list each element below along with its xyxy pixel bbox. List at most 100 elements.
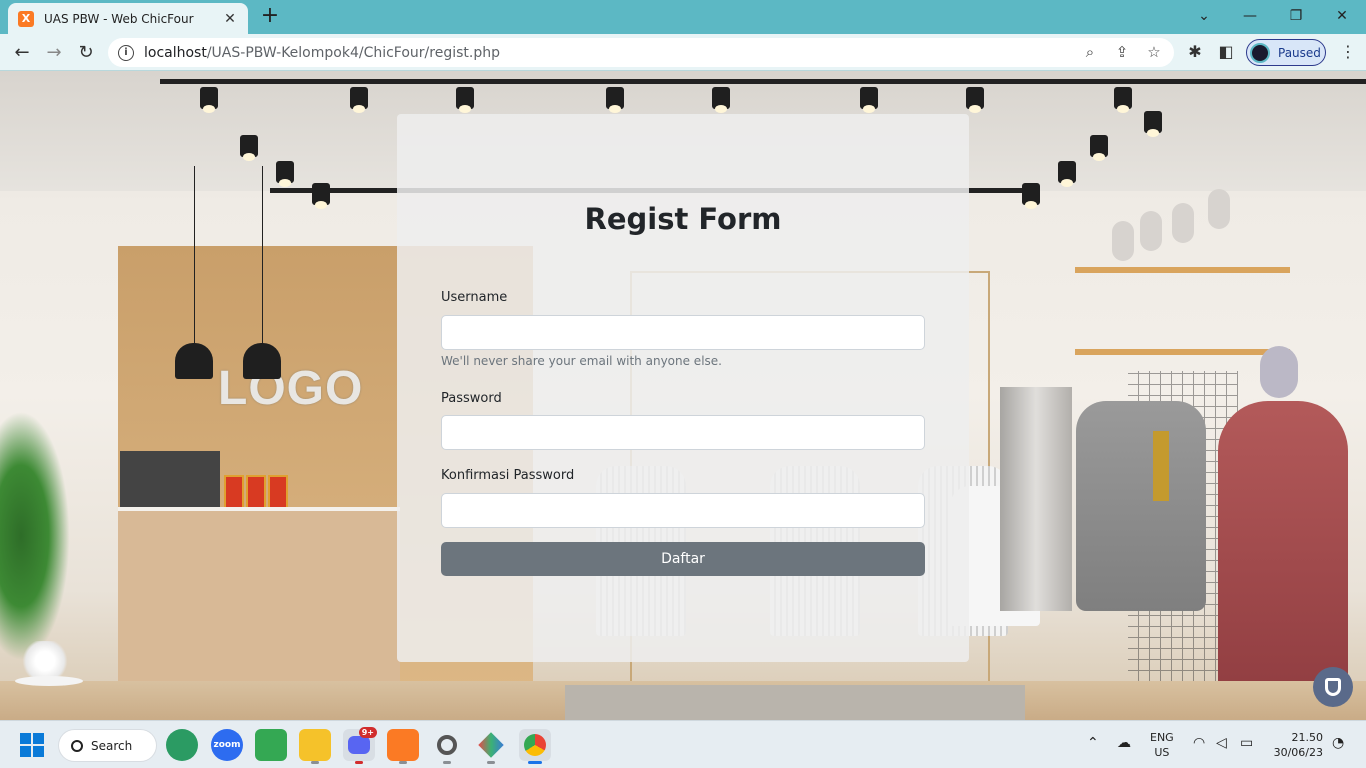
background-plant: [0, 411, 70, 661]
xampp-app-icon[interactable]: [387, 729, 419, 764]
discord-app-icon[interactable]: 9+: [343, 727, 377, 764]
file-explorer-icon[interactable]: [299, 729, 331, 764]
xampp-favicon-icon: X: [18, 10, 34, 27]
background-dress-mannequin-head: [1260, 346, 1298, 398]
tab-title: UAS PBW - Web ChicFour: [44, 11, 194, 26]
taskbar-search-label: Search: [91, 738, 133, 753]
background-mannequin-head: [1112, 221, 1134, 261]
forward-button[interactable]: →: [41, 40, 67, 66]
address-bar[interactable]: i localhost/UAS-PBW-Kelompok4/ChicFour/r…: [108, 38, 1174, 67]
username-input[interactable]: [441, 315, 925, 350]
pendant-wire: [262, 166, 263, 346]
notifications-bell-icon[interactable]: ◔: [1332, 735, 1344, 751]
zoom-icon[interactable]: ⌕: [1080, 43, 1100, 61]
shield-extension-icon[interactable]: [1313, 667, 1353, 707]
git-app-icon[interactable]: [475, 729, 507, 764]
browser-tab[interactable]: X UAS PBW - Web ChicFour ✕: [8, 3, 248, 34]
profile-status-label: Paused: [1278, 45, 1321, 60]
confirm-password-label: Konfirmasi Password: [441, 468, 575, 483]
password-label: Password: [441, 391, 502, 406]
background-product-box: [246, 475, 266, 509]
spotlight: [350, 87, 368, 113]
background-suit-mannequin: [1076, 401, 1206, 611]
spotlight: [860, 87, 878, 113]
new-tab-button[interactable]: +: [258, 5, 282, 29]
spotlight: [240, 135, 258, 161]
password-input[interactable]: [441, 415, 925, 450]
background-logo-text: LOGO: [218, 362, 364, 415]
url-path: /UAS-PBW-Kelompok4/ChicFour/regist.php: [206, 44, 500, 61]
background-product-box: [268, 475, 288, 509]
show-hidden-icons-chevron-icon[interactable]: ⌃: [1087, 735, 1099, 751]
daftar-button[interactable]: Daftar: [441, 542, 925, 576]
bookmark-star-icon[interactable]: ☆: [1144, 43, 1164, 61]
close-window-button[interactable]: ✕: [1322, 4, 1362, 28]
site-info-icon[interactable]: i: [118, 44, 134, 61]
background-rug: [565, 685, 1025, 720]
browser-tabstrip: X UAS PBW - Web ChicFour ✕ + ⌄ — ❐ ✕: [0, 0, 1366, 34]
settings-gear-icon[interactable]: [431, 729, 463, 764]
onedrive-cloud-icon[interactable]: ☁: [1117, 735, 1131, 751]
close-tab-icon[interactable]: ✕: [222, 11, 238, 27]
wifi-icon[interactable]: ◠: [1193, 735, 1205, 751]
spotlight: [456, 87, 474, 113]
more-menu-icon[interactable]: ⋮: [1340, 42, 1356, 61]
background-flowers: [20, 641, 70, 681]
background-shelf: [1075, 267, 1290, 273]
discord-badge: 9+: [358, 727, 377, 738]
form-title: Regist Form: [584, 202, 782, 236]
pendant-lamp: [175, 343, 213, 379]
back-button[interactable]: ←: [9, 40, 35, 66]
background-tie: [1153, 431, 1169, 501]
edge-app-icon[interactable]: [166, 729, 198, 761]
pendant-lamp: [243, 343, 281, 379]
background-product-box: [224, 475, 244, 509]
spotlight: [1114, 87, 1132, 113]
url-text[interactable]: localhost/UAS-PBW-Kelompok4/ChicFour/reg…: [144, 45, 500, 61]
background-side-table: [15, 676, 83, 686]
clock-date: 30/06/23: [1273, 746, 1323, 759]
zoom-app-icon[interactable]: zoom: [211, 729, 243, 761]
side-panel-icon[interactable]: ◧: [1215, 42, 1237, 61]
taskbar: Search zoom 9+ ⌃ ☁ ENG US ◠ ◁ ▭ 21.50 30…: [0, 720, 1366, 768]
tab-search-chevron-icon[interactable]: ⌄: [1184, 4, 1224, 28]
meet-app-icon[interactable]: [255, 729, 287, 761]
restore-button[interactable]: ❐: [1276, 4, 1316, 28]
background-shelf: [1075, 349, 1290, 355]
confirm-password-input[interactable]: [441, 493, 925, 528]
taskbar-clock[interactable]: 21.50 30/06/23: [1270, 730, 1323, 760]
light-rail: [160, 79, 1366, 84]
spotlight: [276, 161, 294, 187]
spotlight: [200, 87, 218, 113]
taskbar-search[interactable]: Search: [59, 730, 156, 761]
regist-form-card: Regist Form Username We'll never share y…: [397, 114, 969, 662]
spotlight: [1022, 183, 1040, 209]
language-region: US: [1154, 746, 1170, 759]
spotlight: [1058, 161, 1076, 187]
reload-button[interactable]: ↻: [73, 40, 99, 66]
username-label: Username: [441, 290, 508, 305]
browser-toolbar: ← → ↻ i localhost/UAS-PBW-Kelompok4/Chic…: [0, 34, 1366, 71]
minimize-button[interactable]: —: [1230, 4, 1270, 28]
input-language-indicator[interactable]: ENG US: [1150, 730, 1174, 760]
windows-start-button[interactable]: [20, 733, 44, 757]
volume-icon[interactable]: ◁: [1216, 735, 1227, 751]
spotlight: [966, 87, 984, 113]
share-icon[interactable]: ⇪: [1112, 43, 1132, 61]
spotlight: [1144, 111, 1162, 137]
profile-button[interactable]: Paused: [1246, 39, 1326, 66]
chrome-app-icon[interactable]: [519, 729, 551, 764]
extensions-puzzle-icon[interactable]: ✱: [1184, 42, 1206, 61]
battery-icon[interactable]: ▭: [1240, 735, 1253, 751]
url-host: localhost: [144, 44, 207, 61]
background-mannequin-head: [1208, 189, 1230, 229]
search-icon: [71, 739, 83, 752]
clock-time: 21.50: [1291, 731, 1324, 744]
background-mirror: [1000, 387, 1072, 611]
language-code: ENG: [1150, 731, 1174, 744]
spotlight: [606, 87, 624, 113]
avatar: [1250, 42, 1270, 63]
spotlight: [312, 183, 330, 209]
background-counter: [118, 511, 400, 701]
background-mannequin-head: [1172, 203, 1194, 243]
